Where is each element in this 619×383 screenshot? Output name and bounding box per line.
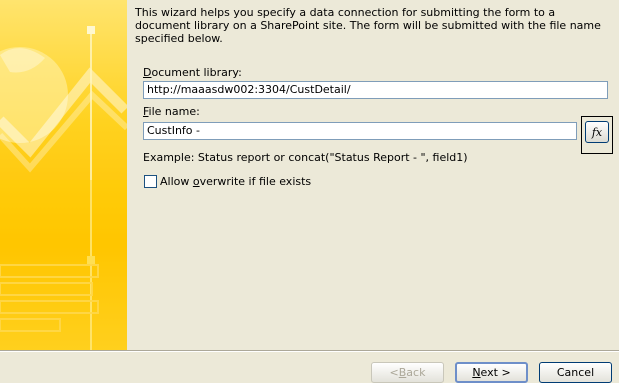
formula-icon: fx xyxy=(591,125,603,139)
cancel-button[interactable]: Cancel xyxy=(539,362,612,383)
wizard-banner-graphic xyxy=(0,26,127,350)
insert-formula-button[interactable]: fx xyxy=(585,121,609,143)
back-button[interactable]: < Back xyxy=(371,362,444,383)
next-button[interactable]: Next > xyxy=(455,362,528,383)
example-text: Example: Status report or concat("Status… xyxy=(143,151,468,164)
footer-separator xyxy=(0,350,619,352)
document-library-label: Document library: xyxy=(143,66,242,79)
allow-overwrite-checkbox[interactable] xyxy=(144,175,157,188)
file-name-label: File name: xyxy=(143,105,200,118)
wizard-description: This wizard helps you specify a data con… xyxy=(135,6,601,45)
document-library-input[interactable]: http://maaasdw002:3304/CustDetail/ xyxy=(143,81,608,99)
wizard-content: This wizard helps you specify a data con… xyxy=(135,0,619,350)
wizard-banner xyxy=(0,0,127,350)
allow-overwrite-label[interactable]: Allow overwrite if file exists xyxy=(160,175,311,188)
file-name-input[interactable]: CustInfo - xyxy=(143,122,577,140)
